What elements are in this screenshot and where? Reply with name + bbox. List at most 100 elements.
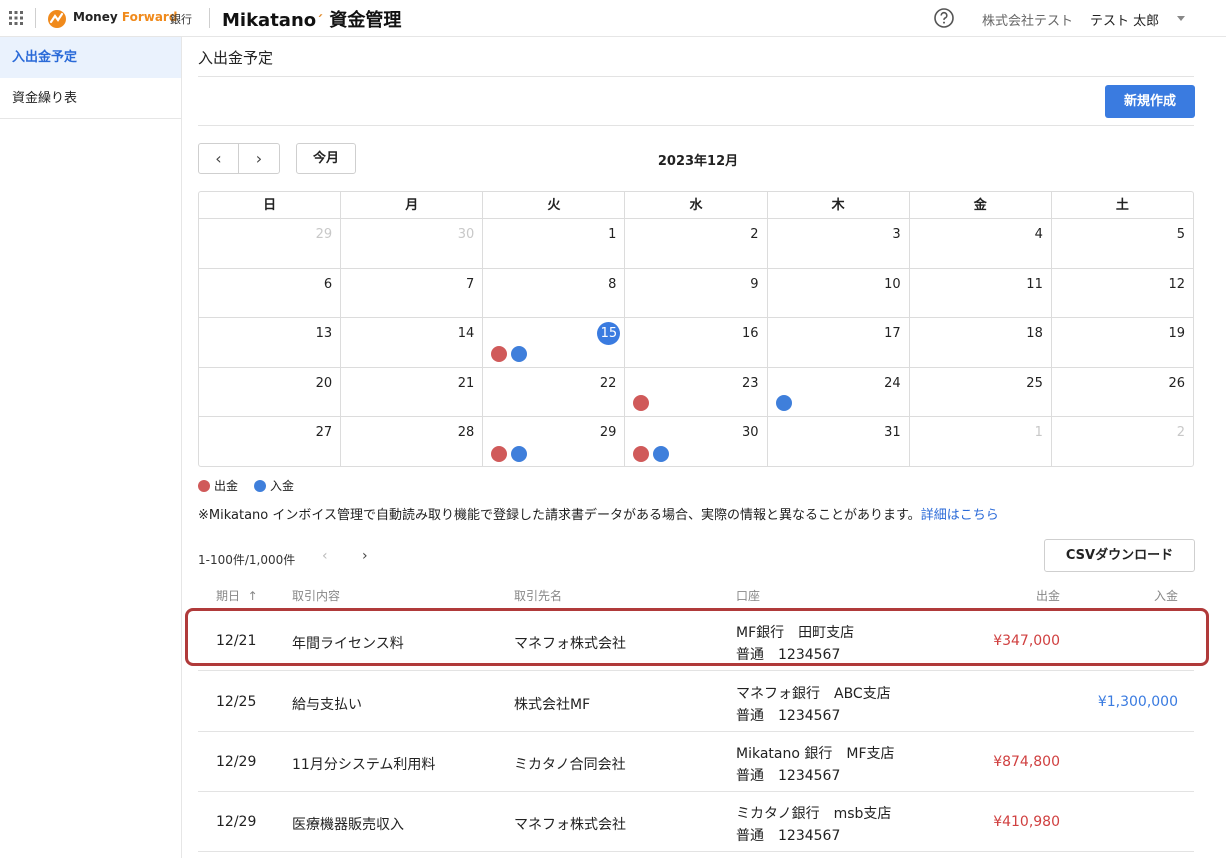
calendar-day[interactable]: 1 <box>483 219 626 268</box>
header-date[interactable]: 期日 ↑ <box>216 587 258 604</box>
calendar-day[interactable]: 14 <box>341 318 484 367</box>
calendar-body: 29 30 1 2 3 4 5 6 7 8 9 10 11 12 13 14 15 16 17 18 19 20 21 22 2… <box>199 219 1193 466</box>
inflow-dot-icon[interactable] <box>775 395 792 412</box>
day-number: 29 <box>599 425 617 441</box>
day-number: 28 <box>457 425 475 441</box>
csv-download-button[interactable]: CSVダウンロード <box>1044 539 1195 572</box>
notice: ※Mikatano インボイス管理で自動読み取り機能で登録した請求書データがある… <box>198 504 999 523</box>
calendar-day[interactable]: 2 <box>1052 417 1193 466</box>
calendar-day[interactable]: 15 <box>483 318 626 367</box>
calendar-day[interactable]: 29 <box>199 219 342 268</box>
day-number: 30 <box>742 425 759 441</box>
selected-row-highlight <box>185 608 1209 666</box>
next-month-button[interactable]: › <box>239 144 279 173</box>
calendar-day[interactable]: 7 <box>341 268 484 318</box>
app-title: Mikatano´ 資金管理 <box>222 10 402 31</box>
calendar-day[interactable]: 23 <box>625 367 768 417</box>
row-account-number: 普通 1234567 <box>736 768 841 784</box>
outflow-dot-icon <box>198 479 210 492</box>
divider <box>198 76 1194 77</box>
user-name[interactable]: テスト 太郎 <box>1090 10 1159 29</box>
inflow-dot-icon[interactable] <box>653 445 670 462</box>
sidebar-item-cashflow[interactable]: 資金繰り表 <box>0 78 181 119</box>
calendar-day[interactable]: 29 <box>483 417 626 466</box>
calendar-day[interactable]: 22 <box>483 367 626 417</box>
prev-page-button[interactable]: ‹ <box>322 548 328 564</box>
new-button[interactable]: 新規作成 <box>1105 85 1195 118</box>
event-dots <box>491 445 528 462</box>
day-number: 30 <box>457 227 475 242</box>
weekday-wed: 水 <box>625 192 768 218</box>
calendar-week: 13 14 15 16 17 18 19 <box>199 318 1193 368</box>
calendar-day[interactable]: 20 <box>199 367 342 417</box>
outflow-dot-icon[interactable] <box>633 445 650 462</box>
calendar-day[interactable]: 2 <box>625 219 768 268</box>
next-page-button[interactable]: › <box>362 548 368 564</box>
calendar-day[interactable]: 30 <box>625 417 768 466</box>
calendar-week: 27 28 29 30 31 1 2 <box>199 417 1193 466</box>
calendar-day[interactable]: 21 <box>341 367 484 417</box>
day-number: 12 <box>1168 276 1185 292</box>
inflow-dot-icon[interactable] <box>511 345 528 362</box>
inflow-dot-icon[interactable] <box>511 445 528 462</box>
calendar-day[interactable]: 25 <box>910 367 1052 417</box>
calendar-day[interactable]: 24 <box>768 367 910 417</box>
calendar-day[interactable]: 13 <box>199 318 342 367</box>
calendar-day[interactable]: 26 <box>1052 368 1193 417</box>
legend: 出金 入金 <box>198 477 294 494</box>
calendar-day[interactable]: 5 <box>1052 219 1193 268</box>
day-number: 16 <box>742 326 759 342</box>
outflow-dot-icon[interactable] <box>491 345 508 362</box>
calendar-day[interactable]: 27 <box>199 417 342 466</box>
calendar-day[interactable]: 12 <box>1052 269 1193 318</box>
calendar-day[interactable]: 6 <box>199 268 342 318</box>
header-out: 出金 <box>1035 589 1060 603</box>
app-grid-icon[interactable] <box>8 10 24 26</box>
outflow-dot-icon[interactable] <box>491 445 508 462</box>
details-link[interactable]: 詳細はこちら <box>921 508 999 523</box>
calendar-day[interactable]: 30 <box>341 219 484 268</box>
chevron-down-icon[interactable] <box>1177 16 1185 21</box>
calendar-day[interactable]: 28 <box>341 417 484 466</box>
weekday-sun: 日 <box>199 192 342 218</box>
header-divider <box>35 8 36 28</box>
calendar-day[interactable]: 16 <box>625 318 768 367</box>
weekday-thu: 木 <box>768 192 910 218</box>
calendar-day[interactable]: 9 <box>625 268 768 318</box>
calendar-day[interactable]: 10 <box>768 268 910 318</box>
calendar-day[interactable]: 1 <box>910 417 1052 466</box>
sidebar: 入出金予定 資金繰り表 <box>0 37 182 858</box>
calendar-day[interactable]: 17 <box>768 318 910 367</box>
help-icon[interactable] <box>933 7 955 29</box>
table-row[interactable]: 12/29 医療機器販売収入 マネフォ株式会社 ミカタノ銀行 msb支店 普通 1234… <box>198 792 1194 852</box>
legend-out-label: 出金 <box>214 479 239 493</box>
day-number: 15 <box>597 322 621 346</box>
calendar-day[interactable]: 11 <box>910 268 1052 318</box>
page-title: 入出金予定 <box>198 49 274 67</box>
outflow-dot-icon[interactable] <box>633 395 650 412</box>
sort-arrow-icon[interactable]: ↑ <box>248 589 258 603</box>
row-date: 12/25 <box>216 694 257 710</box>
header-in: 入金 <box>1153 589 1178 603</box>
row-inflow: ¥1,300,000 <box>1097 694 1178 710</box>
calendar-week: 6 7 8 9 10 11 12 <box>199 268 1193 319</box>
sidebar-item-schedule[interactable]: 入出金予定 <box>0 37 181 78</box>
prev-month-button[interactable]: ‹ <box>199 144 239 173</box>
current-month-button[interactable]: 今月 <box>296 143 356 174</box>
calendar-day[interactable]: 18 <box>910 318 1052 367</box>
calendar-day[interactable]: 4 <box>910 219 1052 268</box>
day-number: 18 <box>1026 326 1043 342</box>
row-partner: ミカタノ合同会社 <box>514 757 626 773</box>
table-row[interactable]: 12/29 11月分システム利用料 ミカタノ合同会社 Mikatano 銀行 MF支店… <box>198 732 1194 792</box>
table-row[interactable]: 12/25 給与支払い 株式会社MF マネフォ銀行 ABC支店 普通 1234567 ¥1… <box>198 672 1194 732</box>
calendar-day[interactable]: 3 <box>768 219 910 268</box>
day-number: 27 <box>315 425 333 441</box>
row-account-bank: ミカタノ銀行 msb支店 <box>736 806 892 822</box>
calendar-day[interactable]: 19 <box>1052 318 1193 367</box>
calendar-day[interactable]: 8 <box>483 268 626 318</box>
calendar-week: 29 30 1 2 3 4 5 <box>199 219 1193 269</box>
row-account-bank: マネフォ銀行 ABC支店 <box>736 686 891 702</box>
day-number: 2 <box>1176 425 1185 441</box>
weekday-fri: 金 <box>910 192 1052 218</box>
calendar-day[interactable]: 31 <box>768 417 910 466</box>
